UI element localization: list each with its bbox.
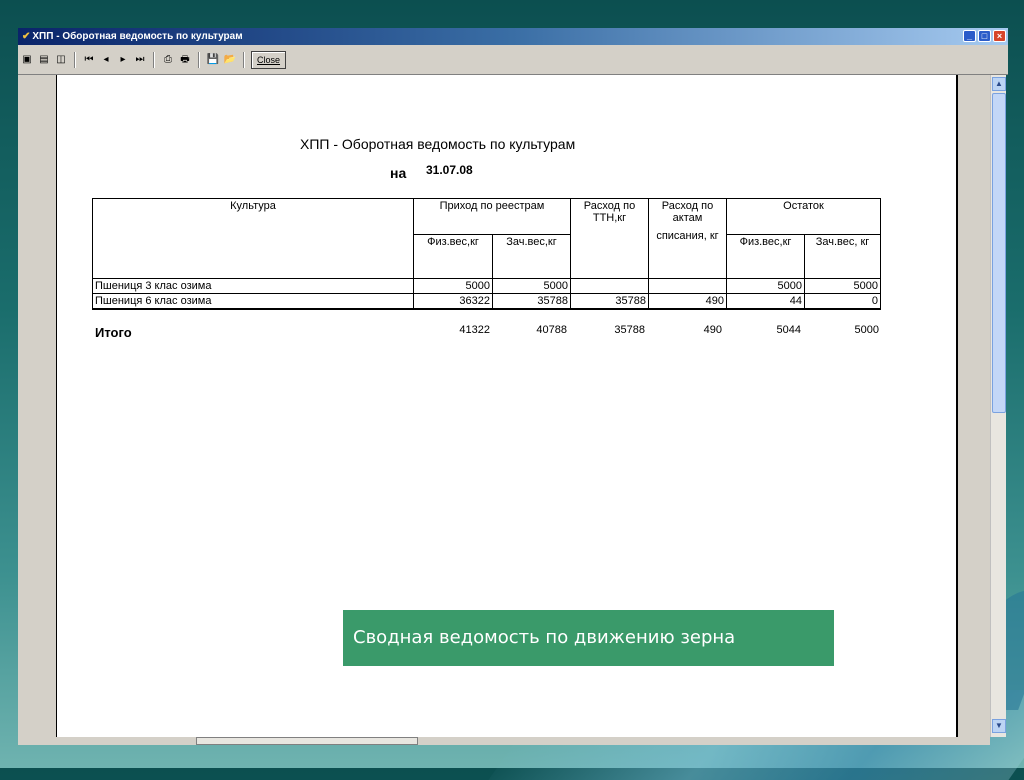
prev-page-icon[interactable]: ◂: [99, 53, 113, 67]
header-income-credit: Зач.вес,кг: [492, 234, 571, 279]
last-page-icon[interactable]: ⏭: [133, 53, 147, 67]
open-icon[interactable]: 📂: [223, 53, 237, 67]
table-row: Пшениця 3 клас озима 5000 5000 5000 5000: [92, 278, 881, 294]
page-single-icon[interactable]: ▣: [20, 53, 34, 67]
cell-expense-act: [648, 278, 727, 294]
page-zoom-icon[interactable]: ◫: [54, 53, 68, 67]
window-titlebar[interactable]: ✔ ХПП - Оборотная ведомость по культурам …: [18, 28, 1008, 45]
printer-setup-icon[interactable]: ⎙: [161, 53, 175, 67]
cell-balance-credit: 5000: [804, 278, 881, 294]
report-table: Культура Приход по реестрам Расход по ТТ…: [92, 198, 881, 310]
cell-income-credit: 35788: [492, 293, 571, 310]
header-expense-act-line1: Расход по актам: [661, 200, 714, 224]
cell-culture: Пшениця 6 клас озима: [92, 293, 414, 310]
cell-balance-phys: 44: [726, 293, 805, 310]
window-title: ХПП - Оборотная ведомость по культурам: [32, 31, 243, 42]
total-balance-credit: 5000: [854, 324, 879, 336]
header-income-phys: Физ.вес,кг: [413, 234, 493, 279]
print-icon[interactable]: 🖶: [178, 53, 192, 67]
cell-balance-phys: 5000: [726, 278, 805, 294]
total-income-credit: 40788: [536, 324, 567, 336]
header-income: Приход по реестрам: [413, 198, 571, 235]
total-expense-act: 490: [703, 324, 722, 336]
scroll-up-icon[interactable]: ▲: [992, 77, 1006, 91]
total-balance-phys: 5044: [776, 324, 801, 336]
vertical-scrollbar[interactable]: ▲ ▼: [990, 75, 1006, 737]
totals-label: Итого: [95, 325, 132, 340]
save-icon[interactable]: 💾: [206, 53, 220, 67]
first-page-icon[interactable]: ⏮: [82, 53, 96, 67]
table-row: Пшениця 6 клас озима 36322 35788 35788 4…: [92, 293, 881, 310]
caption-box: Сводная ведомость по движению зерна: [343, 610, 834, 666]
app-icon: ✔: [22, 31, 31, 42]
scroll-down-icon[interactable]: ▼: [992, 719, 1006, 733]
report-date: 31.07.08: [426, 163, 473, 177]
header-expense-act-line2: списания, кг: [656, 230, 719, 242]
header-expense-act: Расход по актам списания, кг: [648, 198, 727, 279]
cell-income-phys: 36322: [413, 293, 493, 310]
toolbar-separator: [153, 51, 155, 68]
hscroll-thumb[interactable]: [196, 737, 418, 745]
next-page-icon[interactable]: ▸: [116, 53, 130, 67]
report-title: ХПП - Оборотная ведомость по культурам: [300, 136, 576, 152]
cell-income-credit: 5000: [492, 278, 571, 294]
table-header-row: Культура Приход по реестрам Расход по ТТ…: [92, 198, 881, 279]
report-date-label: на: [390, 165, 407, 181]
page-list-icon[interactable]: ▤: [37, 53, 51, 67]
toolbar: ▣ ▤ ◫ ⏮ ◂ ▸ ⏭ ⎙ 🖶 💾 📂 Close: [18, 45, 1008, 75]
maximize-button[interactable]: □: [978, 30, 991, 42]
header-balance: Остаток: [726, 198, 881, 235]
window-controls: _ □ ×: [963, 30, 1006, 42]
cell-expense-ttn: [570, 278, 649, 294]
scroll-thumb[interactable]: [992, 93, 1006, 413]
header-balance-credit: Зач.вес, кг: [804, 234, 881, 279]
cell-culture: Пшениця 3 клас озима: [92, 278, 414, 294]
total-expense-ttn: 35788: [614, 324, 645, 336]
total-income-phys: 41322: [459, 324, 490, 336]
header-culture: Культура: [92, 198, 414, 279]
close-button[interactable]: Close: [251, 50, 287, 69]
minimize-button[interactable]: _: [963, 30, 976, 42]
cell-expense-ttn: 35788: [570, 293, 649, 310]
header-expense-ttn: Расход по ТТН,кг: [570, 198, 649, 279]
toolbar-separator: [243, 51, 245, 68]
horizontal-scrollbar[interactable]: [18, 737, 990, 745]
header-balance-phys: Физ.вес,кг: [726, 234, 805, 279]
toolbar-separator: [74, 51, 76, 68]
cell-expense-act: 490: [648, 293, 727, 310]
toolbar-separator: [198, 51, 200, 68]
cell-income-phys: 5000: [413, 278, 493, 294]
window-close-button[interactable]: ×: [993, 30, 1006, 42]
cell-balance-credit: 0: [804, 293, 881, 310]
